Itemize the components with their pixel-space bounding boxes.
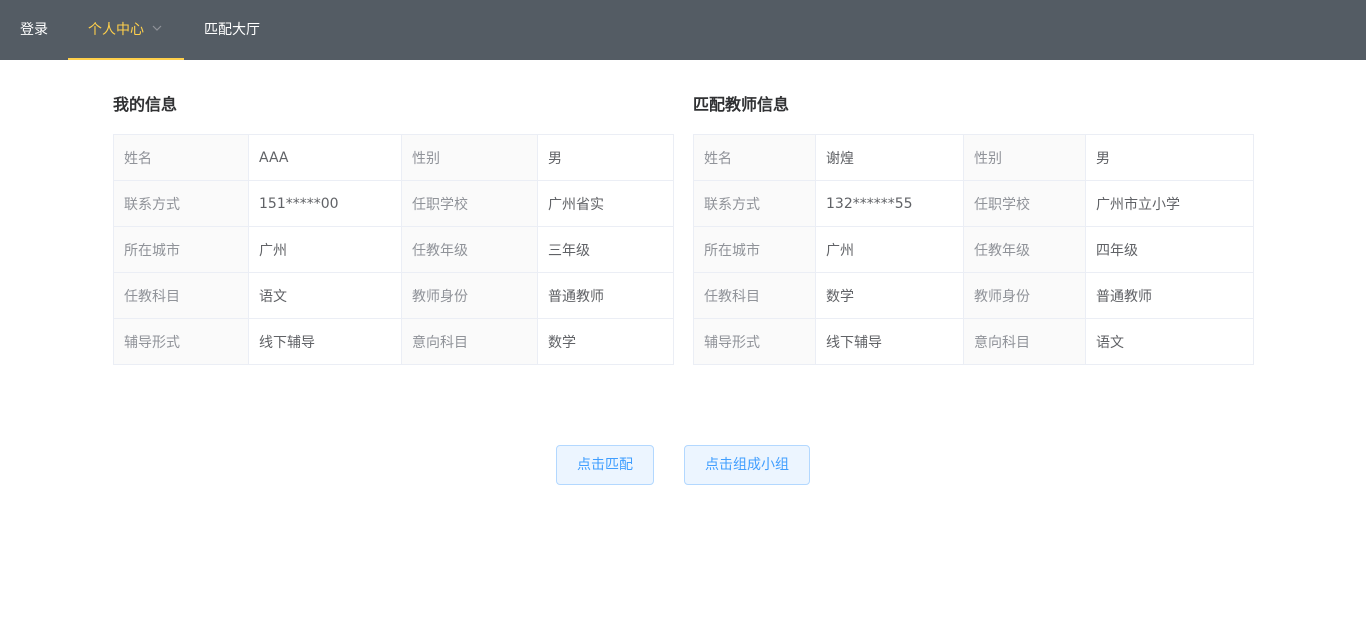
table-row: 联系方式 151*****00 任职学校 广州省实 [113, 180, 674, 227]
field-label: 教师身份 [401, 272, 538, 319]
field-value: 数学 [815, 272, 964, 319]
field-label: 教师身份 [963, 272, 1086, 319]
field-label: 任教科目 [693, 272, 816, 319]
field-label: 联系方式 [113, 180, 249, 227]
field-value: 男 [537, 134, 674, 181]
field-value: 普通教师 [1085, 272, 1254, 319]
table-row: 辅导形式 线下辅导 意向科目 语文 [693, 318, 1254, 365]
table-row: 所在城市 广州 任教年级 四年级 [693, 226, 1254, 273]
field-label: 任教年级 [401, 226, 538, 273]
active-tab-indicator [68, 58, 184, 60]
field-label: 性别 [963, 134, 1086, 181]
field-label: 姓名 [113, 134, 249, 181]
top-navbar: 登录 个人中心 匹配大厅 [0, 0, 1366, 60]
field-value: 151*****00 [248, 180, 402, 227]
field-value: 广州市立小学 [1085, 180, 1254, 227]
field-label: 性别 [401, 134, 538, 181]
nav-personal-center[interactable]: 个人中心 [68, 0, 184, 60]
chevron-down-icon [152, 0, 162, 57]
field-value: 三年级 [537, 226, 674, 273]
field-value: 广州 [815, 226, 964, 273]
field-label: 姓名 [693, 134, 816, 181]
field-label: 意向科目 [963, 318, 1086, 365]
field-value: 谢煌 [815, 134, 964, 181]
field-value: 线下辅导 [815, 318, 964, 365]
field-label: 任职学校 [401, 180, 538, 227]
field-value: 132******55 [815, 180, 964, 227]
field-value: 广州 [248, 226, 402, 273]
table-row: 辅导形式 线下辅导 意向科目 数学 [113, 318, 674, 365]
nav-personal-center-label: 个人中心 [88, 22, 144, 38]
field-value: 语文 [248, 272, 402, 319]
nav-login[interactable]: 登录 [20, 0, 48, 60]
field-value: 广州省实 [537, 180, 674, 227]
field-value: 线下辅导 [248, 318, 402, 365]
field-value: 四年级 [1085, 226, 1254, 273]
teacher-info-title: 匹配教师信息 [693, 95, 790, 114]
field-label: 辅导形式 [113, 318, 249, 365]
my-info-table: 姓名 AAA 性别男联系方式 151*****00 任职学校 广州省实 所在城市 广州 任教年级… [113, 134, 674, 365]
field-label: 所在城市 [693, 226, 816, 273]
my-info-title: 我的信息 [113, 95, 178, 114]
match-button[interactable]: 点击匹配 [556, 445, 654, 485]
table-row: 任教科目 数学 教师身份 普通教师 [693, 272, 1254, 319]
field-label: 任教年级 [963, 226, 1086, 273]
field-value: 数学 [537, 318, 674, 365]
table-row: 所在城市 广州 任教年级 三年级 [113, 226, 674, 273]
field-value: 男 [1085, 134, 1254, 181]
table-row: 姓名 谢煌 性别男 [693, 134, 1254, 181]
field-value: 普通教师 [537, 272, 674, 319]
field-label: 联系方式 [693, 180, 816, 227]
field-value: AAA [248, 134, 402, 181]
field-label: 所在城市 [113, 226, 249, 273]
form-group-button[interactable]: 点击组成小组 [684, 445, 810, 485]
field-label: 任职学校 [963, 180, 1086, 227]
teacher-info-table: 姓名 谢煌 性别男联系方式 132******55 任职学校 广州市立小学 所在城市 广州 任教… [693, 134, 1254, 365]
field-value: 语文 [1085, 318, 1254, 365]
field-label: 辅导形式 [693, 318, 816, 365]
field-label: 意向科目 [401, 318, 538, 365]
table-row: 姓名 AAA 性别男 [113, 134, 674, 181]
table-row: 任教科目 语文 教师身份 普通教师 [113, 272, 674, 319]
field-label: 任教科目 [113, 272, 249, 319]
table-row: 联系方式 132******55 任职学校 广州市立小学 [693, 180, 1254, 227]
nav-match-hall[interactable]: 匹配大厅 [204, 0, 260, 60]
